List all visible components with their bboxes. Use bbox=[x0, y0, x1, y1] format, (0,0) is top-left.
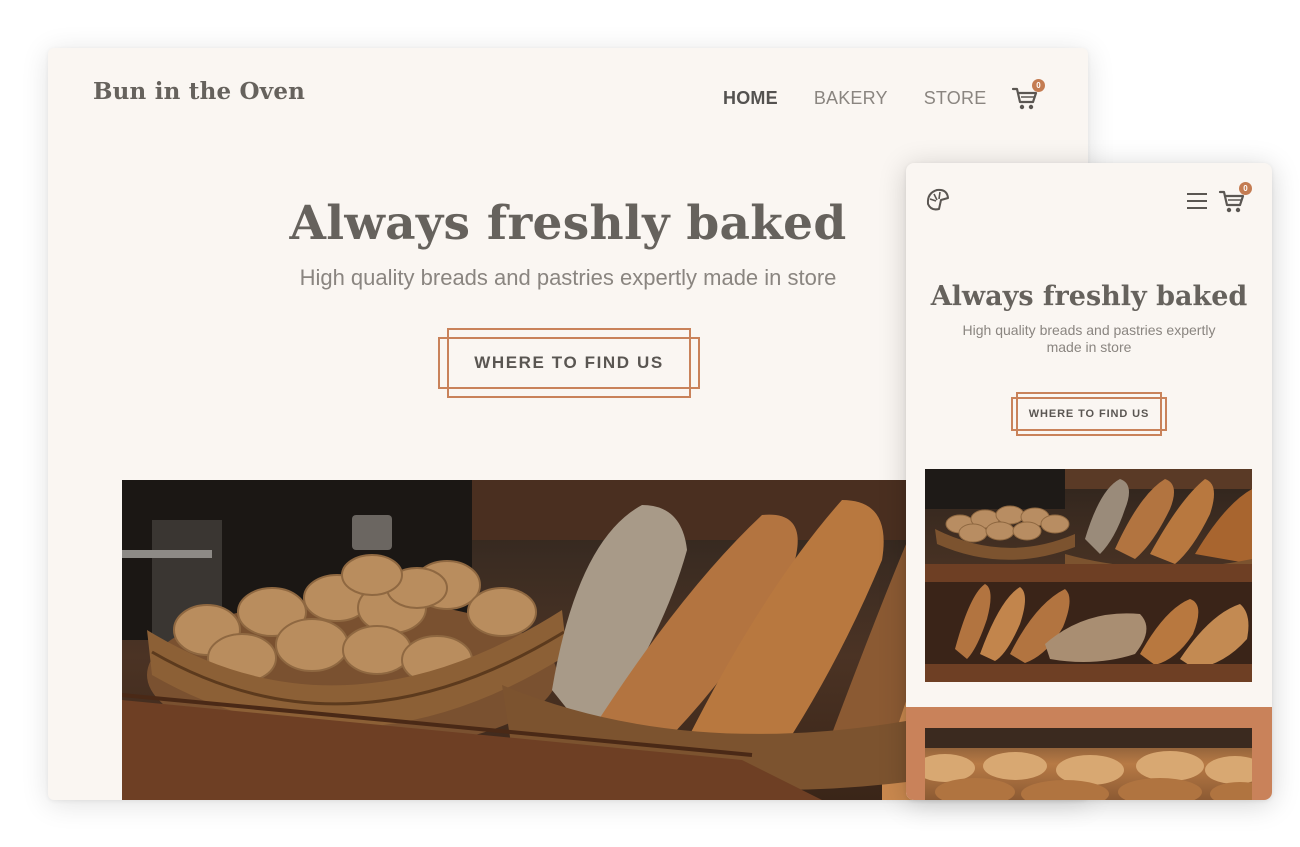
mobile-hero-title: Always freshly baked bbox=[930, 281, 1248, 312]
mobile-cart-button[interactable]: 0 bbox=[1218, 182, 1252, 215]
bread-row-illustration bbox=[925, 728, 1252, 800]
mobile-cart-count-badge: 0 bbox=[1239, 182, 1252, 195]
mobile-preview: 0 Always freshly baked High quality brea… bbox=[906, 163, 1272, 800]
nav-store[interactable]: STORE bbox=[924, 88, 987, 109]
bread-row-photo bbox=[925, 728, 1252, 800]
main-nav: HOME BAKERY STORE bbox=[723, 88, 1022, 109]
bakery-shelves-illustration bbox=[925, 469, 1252, 682]
cart-count-badge: 0 bbox=[1032, 79, 1045, 92]
brand-logo-text[interactable]: Bun in the Oven bbox=[93, 78, 305, 105]
mobile-cta-label: WHERE TO FIND US bbox=[1028, 408, 1150, 420]
mobile-hero-subtitle: High quality breads and pastries expertl… bbox=[962, 322, 1216, 355]
cta-label: WHERE TO FIND US bbox=[474, 353, 664, 372]
hamburger-menu-icon[interactable] bbox=[1186, 191, 1208, 211]
bakery-shelves-photo bbox=[925, 469, 1252, 682]
nav-bakery[interactable]: BAKERY bbox=[814, 88, 888, 109]
croissant-icon[interactable] bbox=[925, 187, 951, 213]
where-to-find-us-button[interactable]: WHERE TO FIND US bbox=[438, 328, 700, 398]
nav-home[interactable]: HOME bbox=[723, 88, 778, 109]
cart-button[interactable]: 0 bbox=[1011, 79, 1045, 112]
mobile-where-to-find-us-button[interactable]: WHERE TO FIND US bbox=[1011, 392, 1167, 436]
